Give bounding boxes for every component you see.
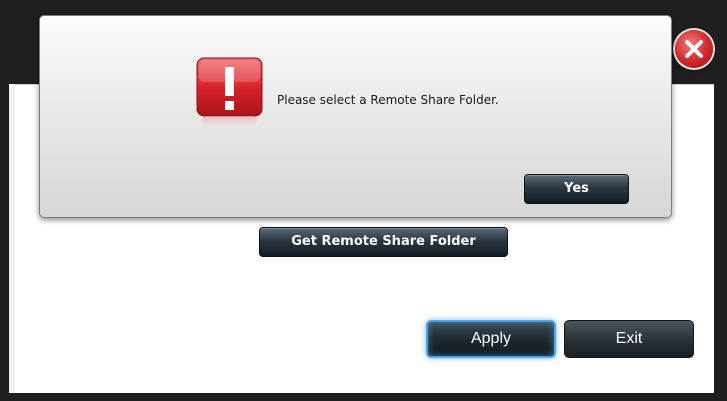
get-remote-share-folder-button[interactable]: Get Remote Share Folder [259,227,508,257]
apply-button[interactable]: Apply [426,320,556,358]
alert-message: Please select a Remote Share Folder. [277,93,499,107]
exit-button[interactable]: Exit [564,320,694,358]
content-left-edge [9,84,15,392]
close-button[interactable] [675,30,713,68]
yes-button[interactable]: Yes [524,174,629,204]
exclamation-warning-icon [196,57,263,126]
close-icon [685,40,703,58]
alert-dialog: Please select a Remote Share Folder. Yes [39,15,672,218]
